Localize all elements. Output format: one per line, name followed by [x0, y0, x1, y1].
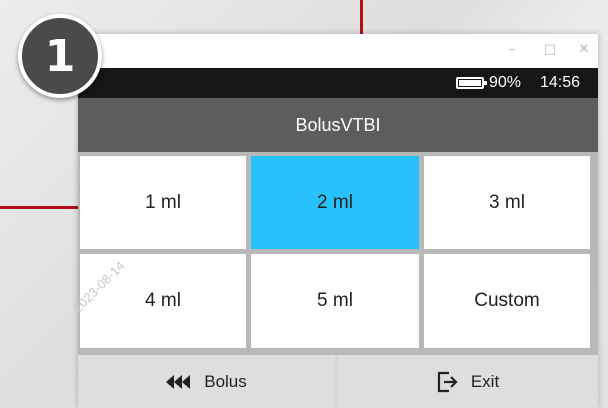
bolus-back-button[interactable]: Bolus [78, 355, 335, 408]
exit-icon [437, 371, 458, 392]
battery-level: 90% [489, 74, 522, 91]
option-2ml-button[interactable]: 2 ml [251, 156, 419, 249]
option-label: 1 ml [145, 191, 181, 213]
option-label: 3 ml [489, 191, 525, 213]
callout-line-horizontal [0, 206, 78, 209]
exit-label: Exit [470, 371, 500, 391]
screen-title: BolusVTBI [78, 98, 598, 152]
device-window: – □ ✕ 90% 14:56 BolusVTBI 1 ml 2 ml 3 ml… [78, 34, 598, 408]
exit-button[interactable]: Exit [338, 355, 598, 408]
bolus-back-label: Bolus [204, 371, 247, 391]
option-4ml-button[interactable]: 4 ml [80, 254, 246, 348]
clock-time: 14:56 [540, 74, 581, 91]
minimize-button[interactable]: – [500, 40, 524, 60]
option-3ml-button[interactable]: 3 ml [424, 156, 590, 249]
volume-options-grid: 1 ml 2 ml 3 ml 4 ml 5 ml Custom [78, 152, 598, 355]
callout-line-vertical [360, 0, 363, 34]
maximize-button[interactable]: □ [538, 40, 562, 60]
step-number-badge: 1 [18, 14, 102, 98]
status-bar: 90% 14:56 [78, 68, 598, 98]
option-label: 5 ml [317, 290, 353, 311]
option-label: 2 ml [317, 191, 353, 213]
window-titlebar: – □ ✕ [78, 34, 598, 68]
option-label: Custom [474, 290, 540, 311]
option-label: 4 ml [145, 290, 181, 311]
close-button[interactable]: ✕ [572, 40, 596, 60]
option-custom-button[interactable]: Custom [424, 254, 590, 348]
footer-bar: Bolus Exit [78, 355, 598, 408]
rewind-icon [166, 374, 191, 389]
battery-icon [456, 77, 487, 89]
option-1ml-button[interactable]: 1 ml [80, 156, 246, 249]
option-5ml-button[interactable]: 5 ml [251, 254, 419, 348]
